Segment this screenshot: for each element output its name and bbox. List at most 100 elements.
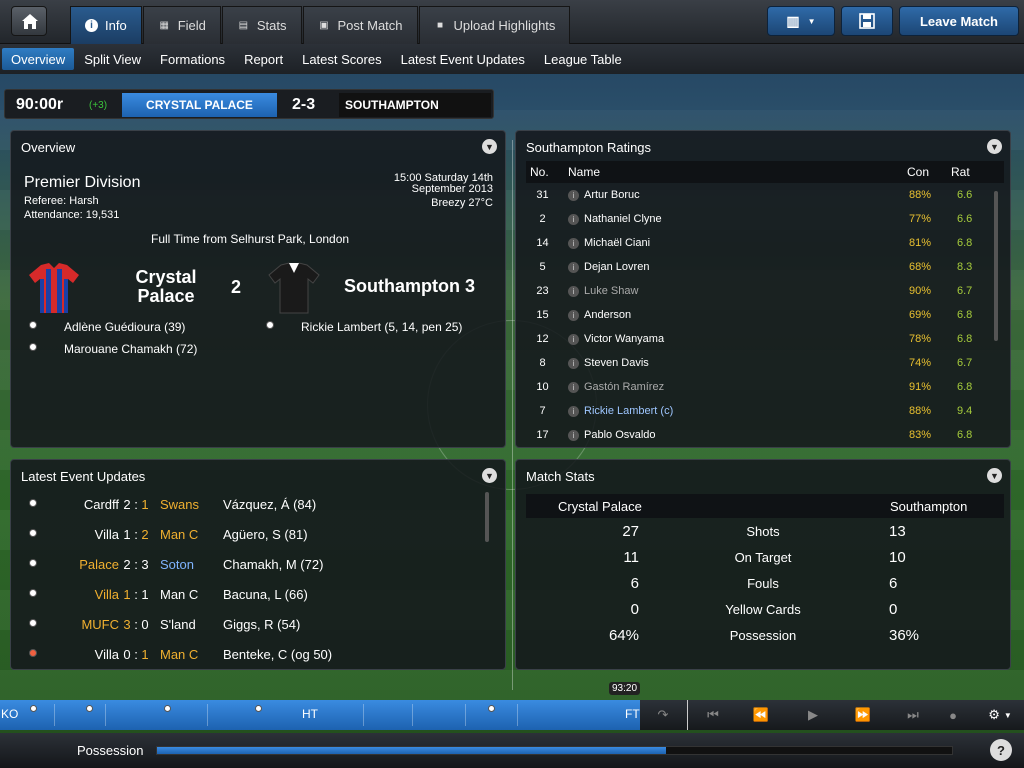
event-away-team: Man C	[160, 527, 199, 542]
event-row[interactable]: Villa 1 : 1 Man C Bacuna, L (66)	[11, 579, 504, 609]
event-row[interactable]: Villa 0 : 1 Man C Benteke, C (og 50)	[11, 639, 504, 669]
info-icon[interactable]: i	[568, 382, 579, 393]
playhead-divider	[687, 700, 688, 730]
player-number: 23	[536, 285, 549, 297]
event-row[interactable]: Villa 1 : 2 Man C Agüero, S (81)	[11, 519, 504, 549]
subnav-split-view[interactable]: Split View	[75, 48, 150, 70]
subnav-latest-event-updates[interactable]: Latest Event Updates	[392, 48, 534, 70]
player-name[interactable]: Anderson	[584, 309, 631, 321]
info-icon[interactable]: i	[568, 334, 579, 345]
leave-match-button[interactable]: Leave Match	[899, 6, 1019, 36]
tab-info[interactable]: i Info	[70, 6, 142, 44]
player-rating: 6.7	[957, 357, 973, 369]
stat-label: Possession	[729, 628, 797, 643]
replay-icon[interactable]: ↷	[650, 700, 676, 730]
event-away-score: 1	[141, 497, 149, 512]
referee: Referee: Harsh	[24, 195, 99, 207]
rewind-icon[interactable]: ⏪	[748, 700, 774, 730]
tab-upload-highlights[interactable]: ■ Upload Highlights	[418, 6, 571, 44]
timeline-goal-marker-icon[interactable]	[30, 705, 37, 712]
player-name[interactable]: Steven Davis	[584, 357, 649, 369]
timeline-goal-marker-icon[interactable]	[488, 705, 495, 712]
subnav-report[interactable]: Report	[235, 48, 292, 70]
event-row[interactable]: Palace 2 : 3 Soton Chamakh, M (72)	[11, 549, 504, 579]
player-name[interactable]: Dejan Lovren	[584, 261, 649, 273]
home-button[interactable]	[11, 6, 47, 36]
rating-row[interactable]: 23 i Luke Shaw 90% 6.7	[525, 280, 1003, 304]
own-goal-ball-icon	[29, 649, 37, 657]
skip-back-icon[interactable]: ⏮	[700, 700, 726, 730]
player-name[interactable]: Rickie Lambert (c)	[584, 405, 673, 417]
rating-row[interactable]: 5 i Dejan Lovren 68% 8.3	[525, 256, 1003, 280]
player-name[interactable]: Nathaniel Clyne	[584, 213, 662, 225]
event-away-team: Swans	[160, 497, 200, 512]
info-icon[interactable]: i	[568, 310, 579, 321]
settings-gear-icon[interactable]: ⚙ ▼	[980, 700, 1020, 730]
info-icon[interactable]: i	[568, 262, 579, 273]
subnav-league-table[interactable]: League Table	[535, 48, 631, 70]
event-scorer: Chamakh, M (72)	[223, 557, 324, 572]
tab-stats[interactable]: ▤ Stats	[221, 6, 302, 44]
rating-row[interactable]: 8 i Steven Davis 74% 6.7	[525, 352, 1003, 376]
player-name[interactable]: Gastón Ramírez	[584, 381, 664, 393]
player-name[interactable]: Pablo Osvaldo	[584, 429, 656, 441]
player-name[interactable]: Artur Boruc	[584, 189, 640, 201]
skip-forward-icon[interactable]: ⏭	[900, 700, 926, 730]
rating-row[interactable]: 15 i Anderson 69% 6.8	[525, 304, 1003, 328]
rating-row[interactable]: 31 i Artur Boruc 88% 6.6	[525, 184, 1003, 208]
info-icon[interactable]: i	[568, 406, 579, 417]
rating-row[interactable]: 14 i Michaël Ciani 81% 6.8	[525, 232, 1003, 256]
player-name[interactable]: Luke Shaw	[584, 285, 638, 297]
info-icon[interactable]: i	[568, 238, 579, 249]
timeline-tick	[517, 704, 518, 726]
rating-row[interactable]: 10 i Gastón Ramírez 91% 6.8	[525, 376, 1003, 400]
event-away-score: 1	[141, 587, 149, 602]
col-con[interactable]: Con	[907, 165, 929, 179]
player-name[interactable]: Michaël Ciani	[584, 237, 650, 249]
panel-menu-chevron-icon[interactable]: ▼	[987, 468, 1002, 483]
fast-forward-icon[interactable]: ⏩	[850, 700, 876, 730]
tab-field[interactable]: ▦ Field	[142, 6, 221, 44]
col-no[interactable]: No.	[530, 165, 549, 179]
timeline-goal-marker-icon[interactable]	[86, 705, 93, 712]
player-rating: 6.8	[957, 237, 973, 249]
panel-menu-chevron-icon[interactable]: ▼	[987, 139, 1002, 154]
subnav-overview[interactable]: Overview	[2, 48, 75, 70]
event-row[interactable]: Cardff 2 : 1 Swans Vázquez, Á (84)	[11, 489, 504, 519]
timeline-current-time: 93:20	[609, 682, 641, 695]
goal-ball-icon	[29, 589, 37, 597]
match-timeline[interactable]: KO HT FT	[0, 700, 640, 730]
info-icon[interactable]: i	[568, 214, 579, 225]
subnav-latest-scores[interactable]: Latest Scores	[293, 48, 391, 70]
rating-row[interactable]: 2 i Nathaniel Clyne 77% 6.6	[525, 208, 1003, 232]
info-icon[interactable]: i	[568, 190, 579, 201]
stat-label: Fouls	[747, 576, 779, 591]
main-tabs: i Info ▦ Field ▤ Stats ▣ Post Match ■ Up…	[70, 6, 571, 44]
rating-row[interactable]: 12 i Victor Wanyama 78% 6.8	[525, 328, 1003, 352]
subnav-formations[interactable]: Formations	[151, 48, 234, 70]
panel-menu-chevron-icon[interactable]: ▼	[482, 468, 497, 483]
info-icon[interactable]: i	[568, 358, 579, 369]
record-icon[interactable]: ●	[940, 700, 966, 730]
save-button[interactable]	[841, 6, 893, 36]
layout-menu-button[interactable]: ▥ ▼	[767, 6, 835, 36]
player-name[interactable]: Victor Wanyama	[584, 333, 664, 345]
info-icon[interactable]: i	[568, 430, 579, 441]
timeline-goal-marker-icon[interactable]	[164, 705, 171, 712]
event-home-team: Palace	[79, 557, 119, 572]
timeline-tick	[465, 704, 466, 726]
rating-row[interactable]: 17 i Pablo Osvaldo 83% 6.8	[525, 424, 1003, 448]
help-icon[interactable]: ?	[990, 739, 1012, 761]
event-row[interactable]: MUFC 3 : 0 S'land Giggs, R (54)	[11, 609, 504, 639]
play-icon[interactable]: ▶	[800, 700, 826, 730]
col-name[interactable]: Name	[568, 165, 600, 179]
info-icon[interactable]: i	[568, 286, 579, 297]
player-condition: 81%	[909, 237, 932, 249]
tab-post-match[interactable]: ▣ Post Match	[302, 6, 418, 44]
panel-menu-chevron-icon[interactable]: ▼	[482, 139, 497, 154]
col-rat[interactable]: Rat	[951, 165, 970, 179]
event-away-score: 1	[141, 647, 149, 662]
stat-away-value: 36%	[889, 627, 920, 644]
timeline-goal-marker-icon[interactable]	[255, 705, 262, 712]
rating-row[interactable]: 7 i Rickie Lambert (c) 88% 9.4	[525, 400, 1003, 424]
